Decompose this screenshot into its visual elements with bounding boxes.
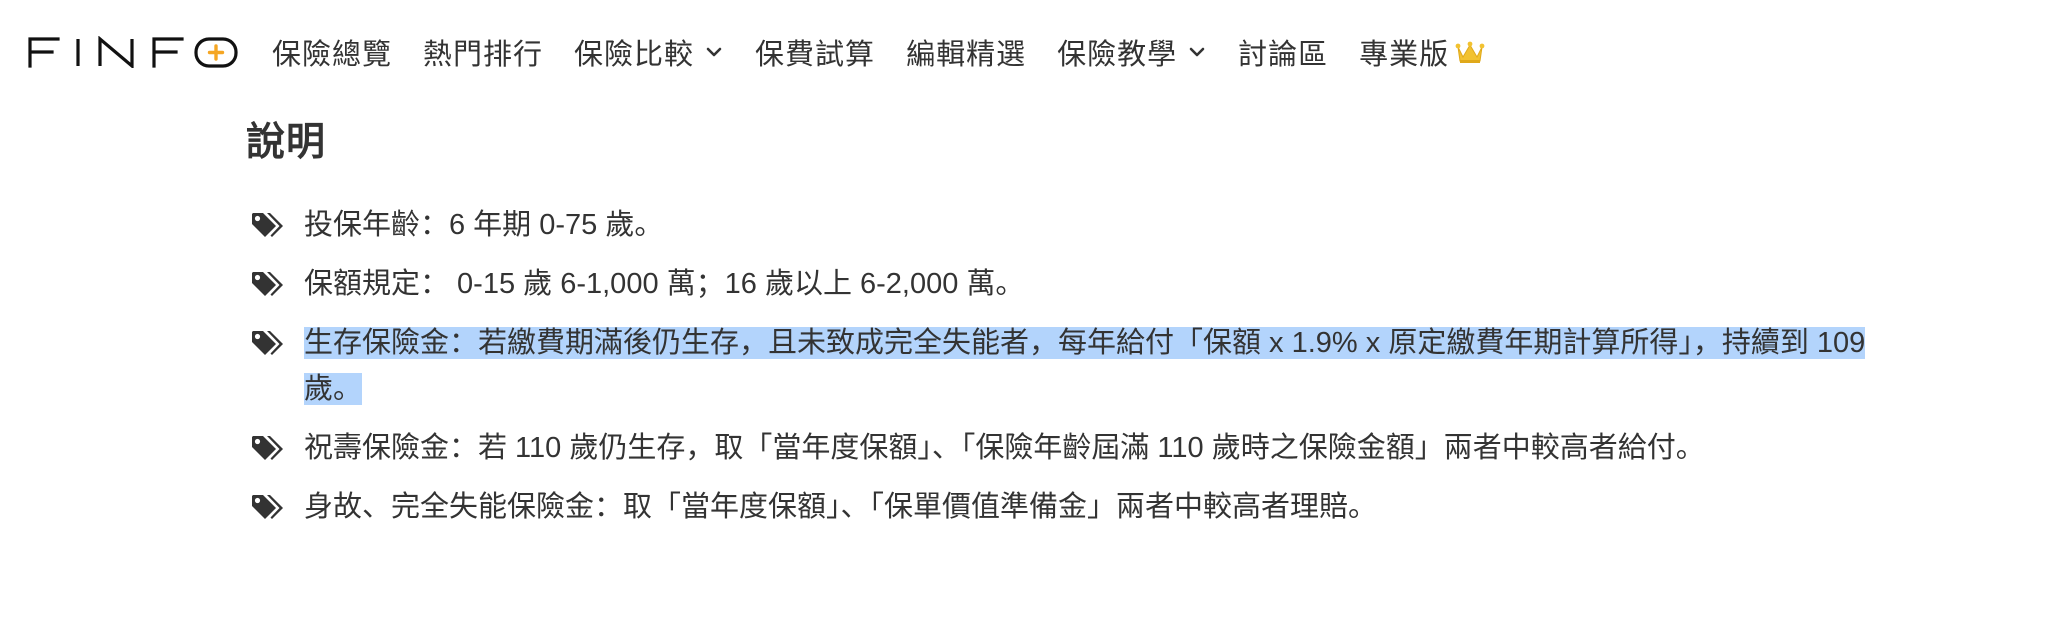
chevron-down-icon	[1189, 47, 1205, 57]
nav-insurance-compare[interactable]: 保險比較	[574, 31, 724, 73]
description-text: 保額規定： 0-15 歲 6-1,000 萬；16 歲以上 6-2,000 萬。	[304, 268, 1025, 300]
list-item: 身故、完全失能保險金：取「當年度保額」、「保單價值準備金」兩者中較高者理賠。	[246, 484, 1884, 530]
tags-icon	[252, 213, 283, 237]
nav-label: 專業版	[1359, 39, 1450, 71]
main-nav: 保險總覽 熱門排行 保險比較 保費試算 編輯精選 保險教學 討論區 專業版	[272, 30, 1516, 74]
nav-popular-ranking[interactable]: 熱門排行	[423, 31, 543, 73]
nav-label: 編輯精選	[906, 39, 1027, 71]
nav-label: 保險教學	[1057, 39, 1178, 71]
list-item: 投保年齡：6 年期 0-75 歲。	[246, 202, 1884, 248]
nav-label: 熱門排行	[423, 39, 544, 71]
section-title: 說明	[246, 121, 327, 164]
description-text: 投保年齡：6 年期 0-75 歲。	[304, 209, 664, 241]
nav-label: 保險比較	[574, 39, 695, 71]
nav-premium-calculator[interactable]: 保費試算	[755, 31, 875, 73]
nav-insurance-overview[interactable]: 保險總覽	[272, 31, 392, 73]
list-item: 祝壽保險金：若 110 歲仍生存，取「當年度保額」、「保險年齡屆滿 110 歲時…	[246, 425, 1884, 471]
nav-editor-picks[interactable]: 編輯精選	[906, 31, 1026, 73]
tags-icon	[252, 331, 283, 355]
crown-icon	[1455, 41, 1485, 63]
nav-forum[interactable]: 討論區	[1238, 31, 1328, 73]
nav-label: 保費試算	[755, 39, 876, 71]
description-text: 祝壽保險金：若 110 歲仍生存，取「當年度保額」、「保險年齡屆滿 110 歲時…	[304, 432, 1705, 464]
description-section: 說明 投保年齡：6 年期 0-75 歲。 保額規定： 0-15 歲 6-1,00…	[246, 110, 1866, 523]
tags-icon	[252, 436, 283, 460]
description-text-selected[interactable]: 生存保險金：若繳費期滿後仍生存，且未致成完全失能者，每年給付「保額 x 1.9%…	[304, 327, 1866, 405]
tags-icon	[252, 272, 283, 296]
list-item: 保額規定： 0-15 歲 6-1,000 萬；16 歲以上 6-2,000 萬。	[246, 261, 1884, 307]
chevron-down-icon	[706, 47, 722, 57]
top-navbar: 保險總覽 熱門排行 保險比較 保費試算 編輯精選 保險教學 討論區 專業版	[0, 0, 2048, 104]
nav-pro-version[interactable]: 專業版	[1359, 31, 1485, 73]
description-list: 投保年齡：6 年期 0-75 歲。 保額規定： 0-15 歲 6-1,000 萬…	[246, 202, 1866, 543]
nav-label: 討論區	[1238, 39, 1329, 71]
nav-label: 保險總覽	[272, 39, 393, 71]
finfo-logo[interactable]	[28, 36, 240, 68]
nav-insurance-tutorial[interactable]: 保險教學	[1057, 31, 1207, 73]
list-item: 生存保險金：若繳費期滿後仍生存，且未致成完全失能者，每年給付「保額 x 1.9%…	[246, 320, 1884, 412]
description-text: 身故、完全失能保險金：取「當年度保額」、「保單價值準備金」兩者中較高者理賠。	[304, 491, 1378, 523]
tags-icon	[252, 495, 283, 519]
